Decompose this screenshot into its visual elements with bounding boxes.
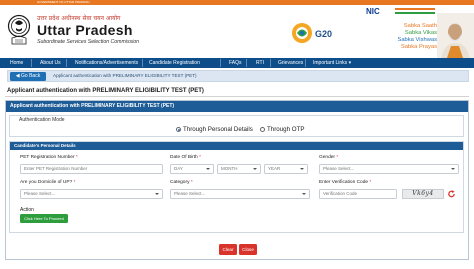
verification-label-text: Enter Verification Code: [319, 180, 369, 185]
pet-reg-label: PET Registration Number *: [20, 155, 78, 160]
close-button[interactable]: Close: [239, 244, 257, 255]
nav-candidate-registration[interactable]: Candidate Registration: [149, 58, 200, 68]
slogan-block: Sabka Saath Sabka Vikas Sabka Vishwas Sa…: [375, 23, 437, 51]
nav-home[interactable]: Home: [10, 58, 23, 68]
dob-year-select[interactable]: YEAR: [264, 164, 308, 174]
proceed-button[interactable]: Click Here To Proceed: [20, 214, 68, 223]
site-subtitle: Subordinate Services Selection Commissio…: [37, 39, 140, 45]
radio-personal-details-label[interactable]: Through Personal Details: [183, 126, 253, 133]
gender-select[interactable]: Please Select...: [319, 164, 459, 174]
nav-separator: [66, 59, 67, 67]
breadcrumb: ◀ Go Back Applicant authentication with …: [7, 70, 469, 82]
required-marker: *: [199, 155, 201, 160]
nav-notifications[interactable]: Notifications/Advertisements: [75, 58, 138, 68]
radio-otp-label[interactable]: Through OTP: [267, 126, 305, 133]
dob-label-text: Date Of Birth: [170, 155, 198, 160]
refresh-captcha-icon[interactable]: [447, 189, 456, 199]
slogan-line: Sabka Prayas: [400, 44, 437, 50]
go-back-button[interactable]: ◀ Go Back: [10, 72, 46, 81]
gender-label: Gender *: [319, 155, 338, 160]
nav-separator: [305, 59, 306, 67]
candidate-section-title: Candidate's Personal Details: [10, 142, 463, 150]
hindi-title: उत्तर प्रदेश अधीनस्थ सेवा चयन आयोग: [37, 15, 121, 22]
verification-label: Enter Verification Code *: [319, 180, 371, 185]
up-emblem-icon: [7, 14, 31, 45]
nav-about-us[interactable]: About Us: [40, 58, 61, 68]
go-back-label: Go Back: [21, 73, 41, 79]
nav-separator: [220, 59, 221, 67]
site-title: Uttar Pradesh: [37, 22, 133, 38]
g20-logo-icon: G20: [292, 23, 332, 43]
slogan-line: Sabka Saath: [403, 23, 437, 29]
nav-separator: [246, 59, 247, 67]
required-marker: *: [369, 180, 372, 185]
verification-code-input[interactable]: Verification Code: [319, 189, 397, 199]
slogan-line: Sabka Vikas: [404, 30, 437, 36]
pet-reg-label-text: PET Registration Number: [20, 155, 75, 160]
site-header: उत्तर प्रदेश अधीनस्थ सेवा चयन आयोग Uttar…: [0, 5, 474, 61]
breadcrumb-current: Applicant authentication with PRELIMINAR…: [53, 73, 197, 78]
tricolor-stripe-icon: [395, 8, 435, 14]
nav-separator: [270, 59, 271, 67]
radio-personal-details[interactable]: [176, 127, 181, 132]
domicile-label: Are you Domicile of UP? *: [20, 180, 75, 185]
svg-text:G20: G20: [315, 29, 332, 39]
nav-important-links[interactable]: Important Links ▾: [313, 58, 351, 68]
nav-separator: [142, 59, 143, 67]
required-marker: *: [336, 155, 339, 160]
category-select[interactable]: Please Select...: [170, 189, 310, 199]
nav-faqs[interactable]: FAQs: [229, 58, 242, 68]
slogan-line: Sabka Vishwas: [397, 37, 437, 43]
domicile-select[interactable]: Please Select...: [20, 189, 163, 199]
nic-logo: NIC: [366, 7, 380, 16]
nav-separator: [31, 59, 32, 67]
radio-otp[interactable]: [260, 127, 265, 132]
nav-rti[interactable]: RTI: [256, 58, 264, 68]
auth-mode-section: Authentication Mode Through Personal Det…: [9, 115, 464, 137]
clear-button[interactable]: Clear: [219, 244, 237, 255]
action-label: Action: [20, 207, 34, 213]
gender-label-text: Gender: [319, 155, 335, 160]
required-marker: *: [190, 180, 193, 185]
page-title: Applicant authentication with PRELIMINAR…: [7, 88, 204, 94]
main-navbar: Home About Us Notifications/Advertisemen…: [0, 58, 474, 68]
divider: [5, 96, 469, 97]
dob-day-select[interactable]: DAY: [170, 164, 214, 174]
pet-reg-input[interactable]: Enter PET Registration Number: [20, 164, 163, 174]
captcha-image: Vk6y4: [402, 189, 444, 199]
dob-month-select[interactable]: MONTH: [217, 164, 261, 174]
portrait-image: [437, 13, 474, 61]
category-label-text: Category: [170, 180, 190, 185]
nav-grievances[interactable]: Grievances: [278, 58, 303, 68]
required-marker: *: [73, 180, 76, 185]
required-marker: *: [75, 155, 78, 160]
nic-label: NIC: [366, 7, 380, 16]
panel-title: Applicant authentication with PRELIMINAR…: [6, 101, 468, 112]
auth-mode-label: Authentication Mode: [19, 117, 65, 123]
category-label: Category *: [170, 180, 193, 185]
domicile-label-text: Are you Domicile of UP?: [20, 180, 73, 185]
dob-label: Date Of Birth *: [170, 155, 201, 160]
